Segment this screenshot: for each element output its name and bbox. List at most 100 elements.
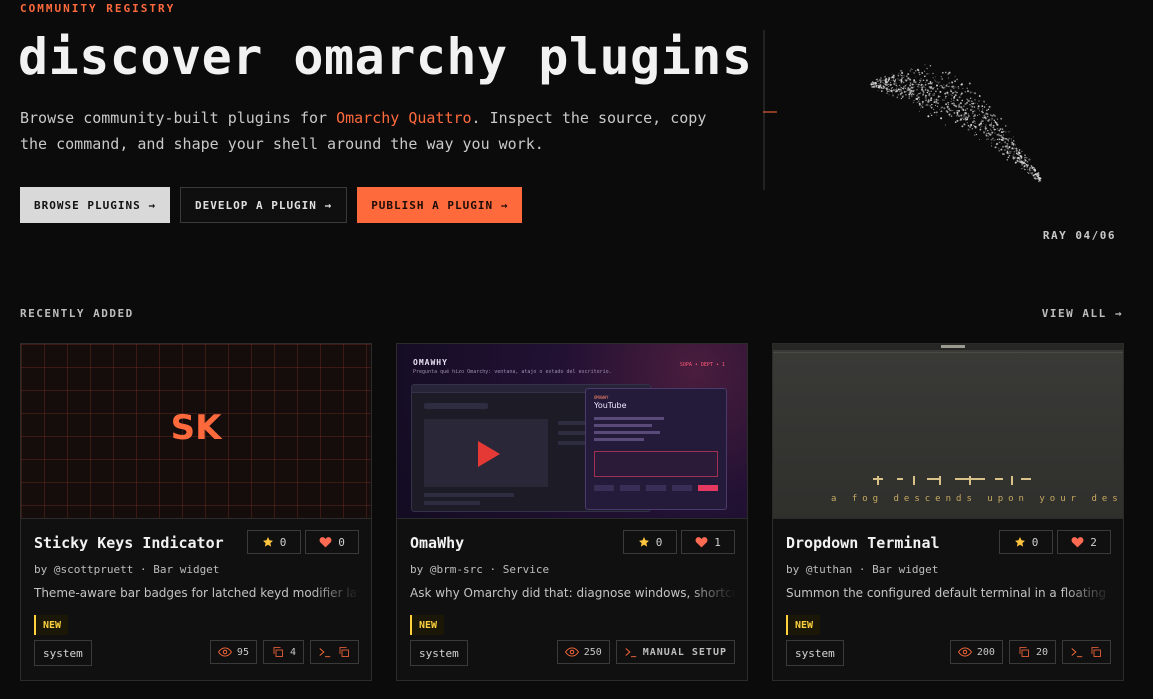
like-button[interactable]: 2 bbox=[1057, 530, 1111, 554]
copy-command-button[interactable] bbox=[1062, 640, 1111, 664]
ray-particle bbox=[1026, 161, 1029, 163]
ray-particle bbox=[890, 82, 892, 84]
ray-particle bbox=[946, 84, 948, 86]
eyebrow-label: COMMUNITY REGISTRY bbox=[20, 2, 176, 15]
ray-particle bbox=[1022, 162, 1025, 165]
ray-particle bbox=[948, 113, 951, 116]
publish-plugin-button[interactable]: PUBLISH A PLUGIN → bbox=[357, 187, 523, 223]
tag-chip[interactable]: system bbox=[34, 640, 92, 666]
ray-particle bbox=[922, 101, 924, 103]
star-count: 0 bbox=[279, 535, 287, 549]
terminal-text: a fog descends upon your desktop bbox=[831, 494, 1123, 504]
ray-particle bbox=[1001, 128, 1004, 130]
plugin-title[interactable]: Dropdown Terminal bbox=[786, 534, 940, 552]
ray-particle bbox=[1031, 173, 1033, 175]
ray-particle bbox=[875, 86, 878, 88]
omarchy-quattro-link[interactable]: Omarchy Quattro bbox=[336, 109, 471, 127]
ray-particle bbox=[925, 98, 927, 100]
ray-particle bbox=[928, 82, 930, 85]
ray-particle bbox=[906, 75, 908, 77]
ray-particle bbox=[1017, 153, 1019, 155]
ray-particle bbox=[896, 88, 898, 90]
play-icon bbox=[478, 441, 500, 467]
ray-particle bbox=[899, 85, 901, 86]
ray-particle bbox=[925, 79, 928, 82]
ray-particle bbox=[994, 146, 997, 149]
plugin-thumbnail[interactable]: OMAWHY Pregunta qué hizo Omarchy: ventan… bbox=[397, 344, 747, 519]
ray-particle bbox=[1005, 125, 1007, 127]
ray-particle bbox=[986, 109, 988, 112]
panel-row bbox=[594, 438, 644, 441]
panel-button bbox=[620, 485, 640, 491]
ray-particle bbox=[1005, 143, 1007, 145]
star-button[interactable]: 0 bbox=[623, 530, 677, 554]
ray-particle bbox=[905, 91, 907, 93]
ray-particle bbox=[981, 125, 983, 127]
like-button[interactable]: 1 bbox=[681, 530, 735, 554]
ray-particle bbox=[900, 80, 903, 83]
ray-particle bbox=[998, 138, 1001, 141]
ray-particle bbox=[921, 86, 924, 89]
ray-particle bbox=[990, 138, 993, 141]
ray-particle bbox=[985, 119, 987, 121]
plugin-card[interactable]: a fog descends upon your desktop Dropdow… bbox=[772, 343, 1124, 681]
panel-label: OMAWHY bbox=[594, 395, 609, 400]
ray-particle bbox=[1025, 159, 1027, 162]
ray-particle bbox=[1020, 159, 1022, 162]
ray-particle bbox=[878, 85, 880, 87]
ray-particle bbox=[897, 78, 899, 80]
manual-setup-button[interactable]: MANUAL SETUP bbox=[615, 640, 735, 664]
view-all-link[interactable]: VIEW ALL → bbox=[1042, 307, 1123, 320]
ray-particle bbox=[984, 126, 987, 128]
copy-icon bbox=[339, 647, 349, 657]
plugin-title[interactable]: OmaWhy bbox=[410, 534, 464, 552]
ray-particle bbox=[961, 99, 963, 101]
ray-particle bbox=[958, 96, 961, 99]
browse-plugins-button[interactable]: BROWSE PLUGINS → bbox=[20, 187, 170, 223]
star-button[interactable]: 0 bbox=[247, 530, 301, 554]
ray-particle bbox=[949, 115, 950, 117]
ray-particle bbox=[965, 92, 967, 94]
ray-particle bbox=[918, 86, 920, 88]
plugin-card[interactable]: SK Sticky Keys Indicator 0 0 by @scottpr… bbox=[20, 343, 372, 681]
terminal-border bbox=[773, 352, 1123, 353]
copy-command-button[interactable] bbox=[310, 640, 359, 664]
ray-particle bbox=[1026, 167, 1028, 168]
ray-particle bbox=[930, 97, 933, 100]
like-button[interactable]: 0 bbox=[305, 530, 359, 554]
ray-particle bbox=[982, 120, 984, 122]
ray-particle bbox=[883, 79, 885, 81]
plugin-thumbnail[interactable]: SK bbox=[21, 344, 371, 519]
plugin-thumbnail[interactable]: a fog descends upon your desktop bbox=[773, 344, 1123, 519]
ray-particle bbox=[882, 85, 884, 87]
ray-particle bbox=[959, 120, 961, 122]
ray-particle bbox=[945, 103, 947, 106]
heart-icon bbox=[695, 537, 708, 548]
ray-particle bbox=[996, 118, 998, 120]
ray-particle bbox=[949, 109, 952, 112]
develop-plugin-button[interactable]: DEVELOP A PLUGIN → bbox=[179, 187, 348, 223]
ray-particle bbox=[936, 81, 938, 83]
ray-particle bbox=[905, 93, 907, 96]
ray-particle bbox=[1038, 178, 1040, 180]
ray-particle bbox=[1008, 138, 1010, 140]
views-count: 250 bbox=[583, 646, 602, 658]
ray-particle bbox=[1027, 168, 1029, 171]
ray-particle bbox=[977, 105, 980, 108]
ray-particle bbox=[932, 77, 934, 79]
tag-chip[interactable]: system bbox=[786, 640, 844, 666]
plugin-card[interactable]: OMAWHY Pregunta qué hizo Omarchy: ventan… bbox=[396, 343, 748, 681]
ray-particle bbox=[913, 79, 916, 82]
star-button[interactable]: 0 bbox=[999, 530, 1053, 554]
ray-particle bbox=[965, 112, 968, 115]
ray-particle bbox=[925, 104, 928, 107]
plugin-title[interactable]: Sticky Keys Indicator bbox=[34, 534, 224, 552]
ray-particle bbox=[987, 129, 989, 132]
ray-particle bbox=[967, 124, 970, 127]
ray-particle bbox=[940, 84, 942, 87]
ray-particle bbox=[974, 121, 976, 123]
tag-chip[interactable]: system bbox=[410, 640, 468, 666]
ray-particle bbox=[921, 105, 923, 107]
ray-particle bbox=[929, 99, 933, 102]
ray-particle bbox=[1007, 139, 1009, 141]
